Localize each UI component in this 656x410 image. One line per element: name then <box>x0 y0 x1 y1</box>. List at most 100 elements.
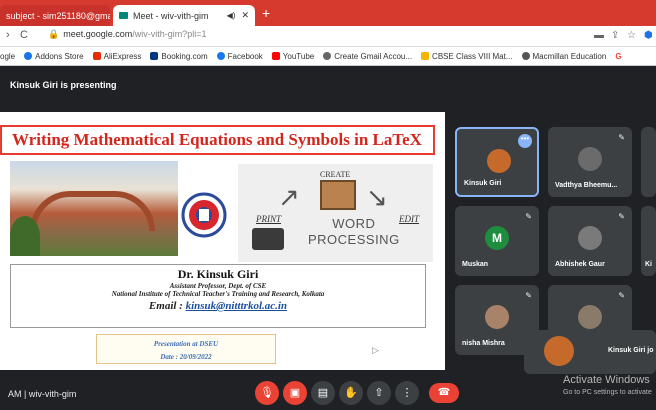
laptop-image <box>320 180 356 210</box>
url-host: meet.google.com <box>63 29 133 39</box>
self-view-tile[interactable]: Kinsuk Giri jo <box>524 330 656 374</box>
participant-tile[interactable]: ✎ Abhishek Gaur <box>548 206 632 276</box>
bookmark-cbse[interactable]: CBSE Class VIII Mat... <box>421 51 513 61</box>
aliexpress-icon <box>92 52 101 60</box>
present-button[interactable]: ⇧ <box>367 381 391 405</box>
tree-shape <box>10 216 40 256</box>
avatar <box>544 336 574 366</box>
participant-name: Kinsuk Giri <box>464 180 502 187</box>
avatar <box>487 149 511 173</box>
mic-toggle-button[interactable]: 🎙 <box>255 381 279 405</box>
address-bar: › C 🔒 meet.google.com/wiv-vith-gim?pli=1 … <box>0 26 656 47</box>
campus-photo <box>10 161 178 256</box>
camera-icon[interactable]: ▬ <box>594 30 604 41</box>
tab-meet[interactable]: Meet - wiv-vith-gim ◀) ✕ <box>113 5 255 26</box>
bookmark-label: Booking.com <box>161 51 208 61</box>
word-label: WORD <box>332 216 376 231</box>
avatar <box>578 305 602 329</box>
captions-button[interactable]: ▤ <box>311 381 335 405</box>
avatar <box>578 226 602 250</box>
gate-arch <box>30 191 155 231</box>
meet-logo-icon <box>119 12 128 19</box>
participant-name: nisha Mishra <box>462 340 505 347</box>
bookmark-youtube[interactable]: YouTube <box>271 51 315 61</box>
processing-label: PROCESSING <box>308 232 400 247</box>
activate-windows-subtitle: Go to PC settings to activate <box>563 389 652 396</box>
bookmark-google[interactable]: ogle <box>0 52 15 61</box>
participant-tile[interactable]: ✎ Vadthya Bheemu... <box>548 127 632 197</box>
email-link[interactable]: kinsuk@nitttrkol.ac.in <box>186 300 287 312</box>
participant-name: Vadthya Bheemu... <box>555 182 618 189</box>
email-label: Email : <box>148 300 186 312</box>
edit-label: EDIT <box>399 214 419 224</box>
presentation-info-box: Presentation at DSEU Date : 20/09/2022 <box>96 334 276 364</box>
arrow-icon: ↗ <box>278 182 300 212</box>
mic-off-icon: ✎ <box>618 212 625 221</box>
forward-icon[interactable]: › <box>6 29 10 41</box>
bookmark-label: G <box>615 51 622 61</box>
participant-tile-partial[interactable] <box>641 127 656 197</box>
mic-off-icon: ✎ <box>525 212 532 221</box>
participant-name-partial: Ki <box>645 261 652 268</box>
bookmark-macmillan[interactable]: Macmillan Education <box>521 51 607 61</box>
bookmark-g[interactable]: G <box>615 52 621 61</box>
author-name: Dr. Kinsuk Giri <box>177 267 259 281</box>
tab-gmail[interactable]: subject - sim251180@gma ✕ <box>0 5 110 26</box>
avatar: M <box>485 226 509 250</box>
presented-at-text: Presentation at DSEU <box>153 340 219 348</box>
raise-hand-button[interactable]: ✋ <box>339 381 363 405</box>
bookmark-label: Facebook <box>227 51 263 61</box>
bookmark-label: YouTube <box>282 51 315 61</box>
share-icon[interactable]: ⇪ <box>611 30 619 41</box>
word-processing-graphic: CREATE ↗ ↘ PRINT WORD PROCESSING EDIT <box>238 164 433 262</box>
bookmark-facebook[interactable]: Facebook <box>216 51 263 61</box>
mouse-cursor-icon: ▷ <box>372 345 379 355</box>
avatar <box>485 305 509 329</box>
speaker-icon[interactable]: ◀) <box>227 11 236 20</box>
youtube-icon <box>271 52 280 60</box>
bookmark-addons[interactable]: Addons Store <box>24 52 84 61</box>
bookmark-aliexpress[interactable]: AliExpress <box>92 51 142 61</box>
presentation-slide: Writing Mathematical Equations and Symbo… <box>0 112 445 370</box>
booking-icon <box>150 52 159 60</box>
mic-off-icon: ✎ <box>618 133 625 142</box>
word-processing-text: WORD PROCESSING <box>308 216 400 248</box>
leave-call-button[interactable]: ☎ <box>429 383 459 403</box>
addons-icon <box>24 52 33 60</box>
mic-off-icon: ✎ <box>618 291 625 300</box>
globe-icon <box>323 52 332 60</box>
tab-label: subject - sim251180@gma <box>6 10 110 21</box>
more-options-icon[interactable]: ••• <box>518 134 532 148</box>
participant-tile[interactable]: ••• Kinsuk Giri <box>455 127 539 197</box>
close-icon[interactable]: ✕ <box>241 10 249 21</box>
self-name: Kinsuk Giri jo <box>608 347 654 354</box>
new-tab-button[interactable]: + <box>262 5 270 21</box>
bookmark-label: Macmillan Education <box>532 51 607 61</box>
author-role: Assistant Professor, Dept. of CSE <box>169 282 267 290</box>
camera-toggle-button[interactable]: ▣ <box>283 381 307 405</box>
bookmark-label: CBSE Class VIII Mat... <box>432 51 513 61</box>
star-icon[interactable]: ☆ <box>627 30 636 41</box>
slide-title: Writing Mathematical Equations and Symbo… <box>0 125 435 155</box>
url-field[interactable]: 🔒 meet.google.com/wiv-vith-gim?pli=1 <box>48 29 207 40</box>
bookmark-label: AliExpress <box>103 51 142 61</box>
author-institution: National Institute of Technical Teacher'… <box>111 290 325 298</box>
bookmark-booking[interactable]: Booking.com <box>150 51 208 61</box>
bookmark-gmail[interactable]: Create Gmail Accou... <box>323 52 412 61</box>
reload-icon[interactable]: C <box>20 29 28 41</box>
browser-tab-bar: subject - sim251180@gma ✕ Meet - wiv-vit… <box>0 0 656 26</box>
more-options-button[interactable]: ⋮ <box>395 381 419 405</box>
meeting-time-code: AM | wiv-vith-gim <box>8 389 77 399</box>
participant-tile-partial[interactable]: Ki <box>641 206 656 276</box>
extension-icon[interactable]: ⬢ <box>644 30 653 41</box>
presenting-label: Kinsuk Giri is presenting <box>10 80 117 90</box>
url-path: /wiv-vith-gim?pli=1 <box>132 29 207 39</box>
cbse-icon <box>421 52 430 60</box>
bookmark-label: ogle <box>0 51 16 61</box>
participant-tile[interactable]: ✎ M Muskan <box>455 206 539 276</box>
facebook-icon <box>216 52 225 60</box>
arrow-icon: ↘ <box>366 182 388 212</box>
author-email-line: Email : kinsuk@nitttrkol.ac.in <box>11 300 425 312</box>
participant-name: Abhishek Gaur <box>555 261 605 268</box>
print-label: PRINT <box>256 214 282 224</box>
